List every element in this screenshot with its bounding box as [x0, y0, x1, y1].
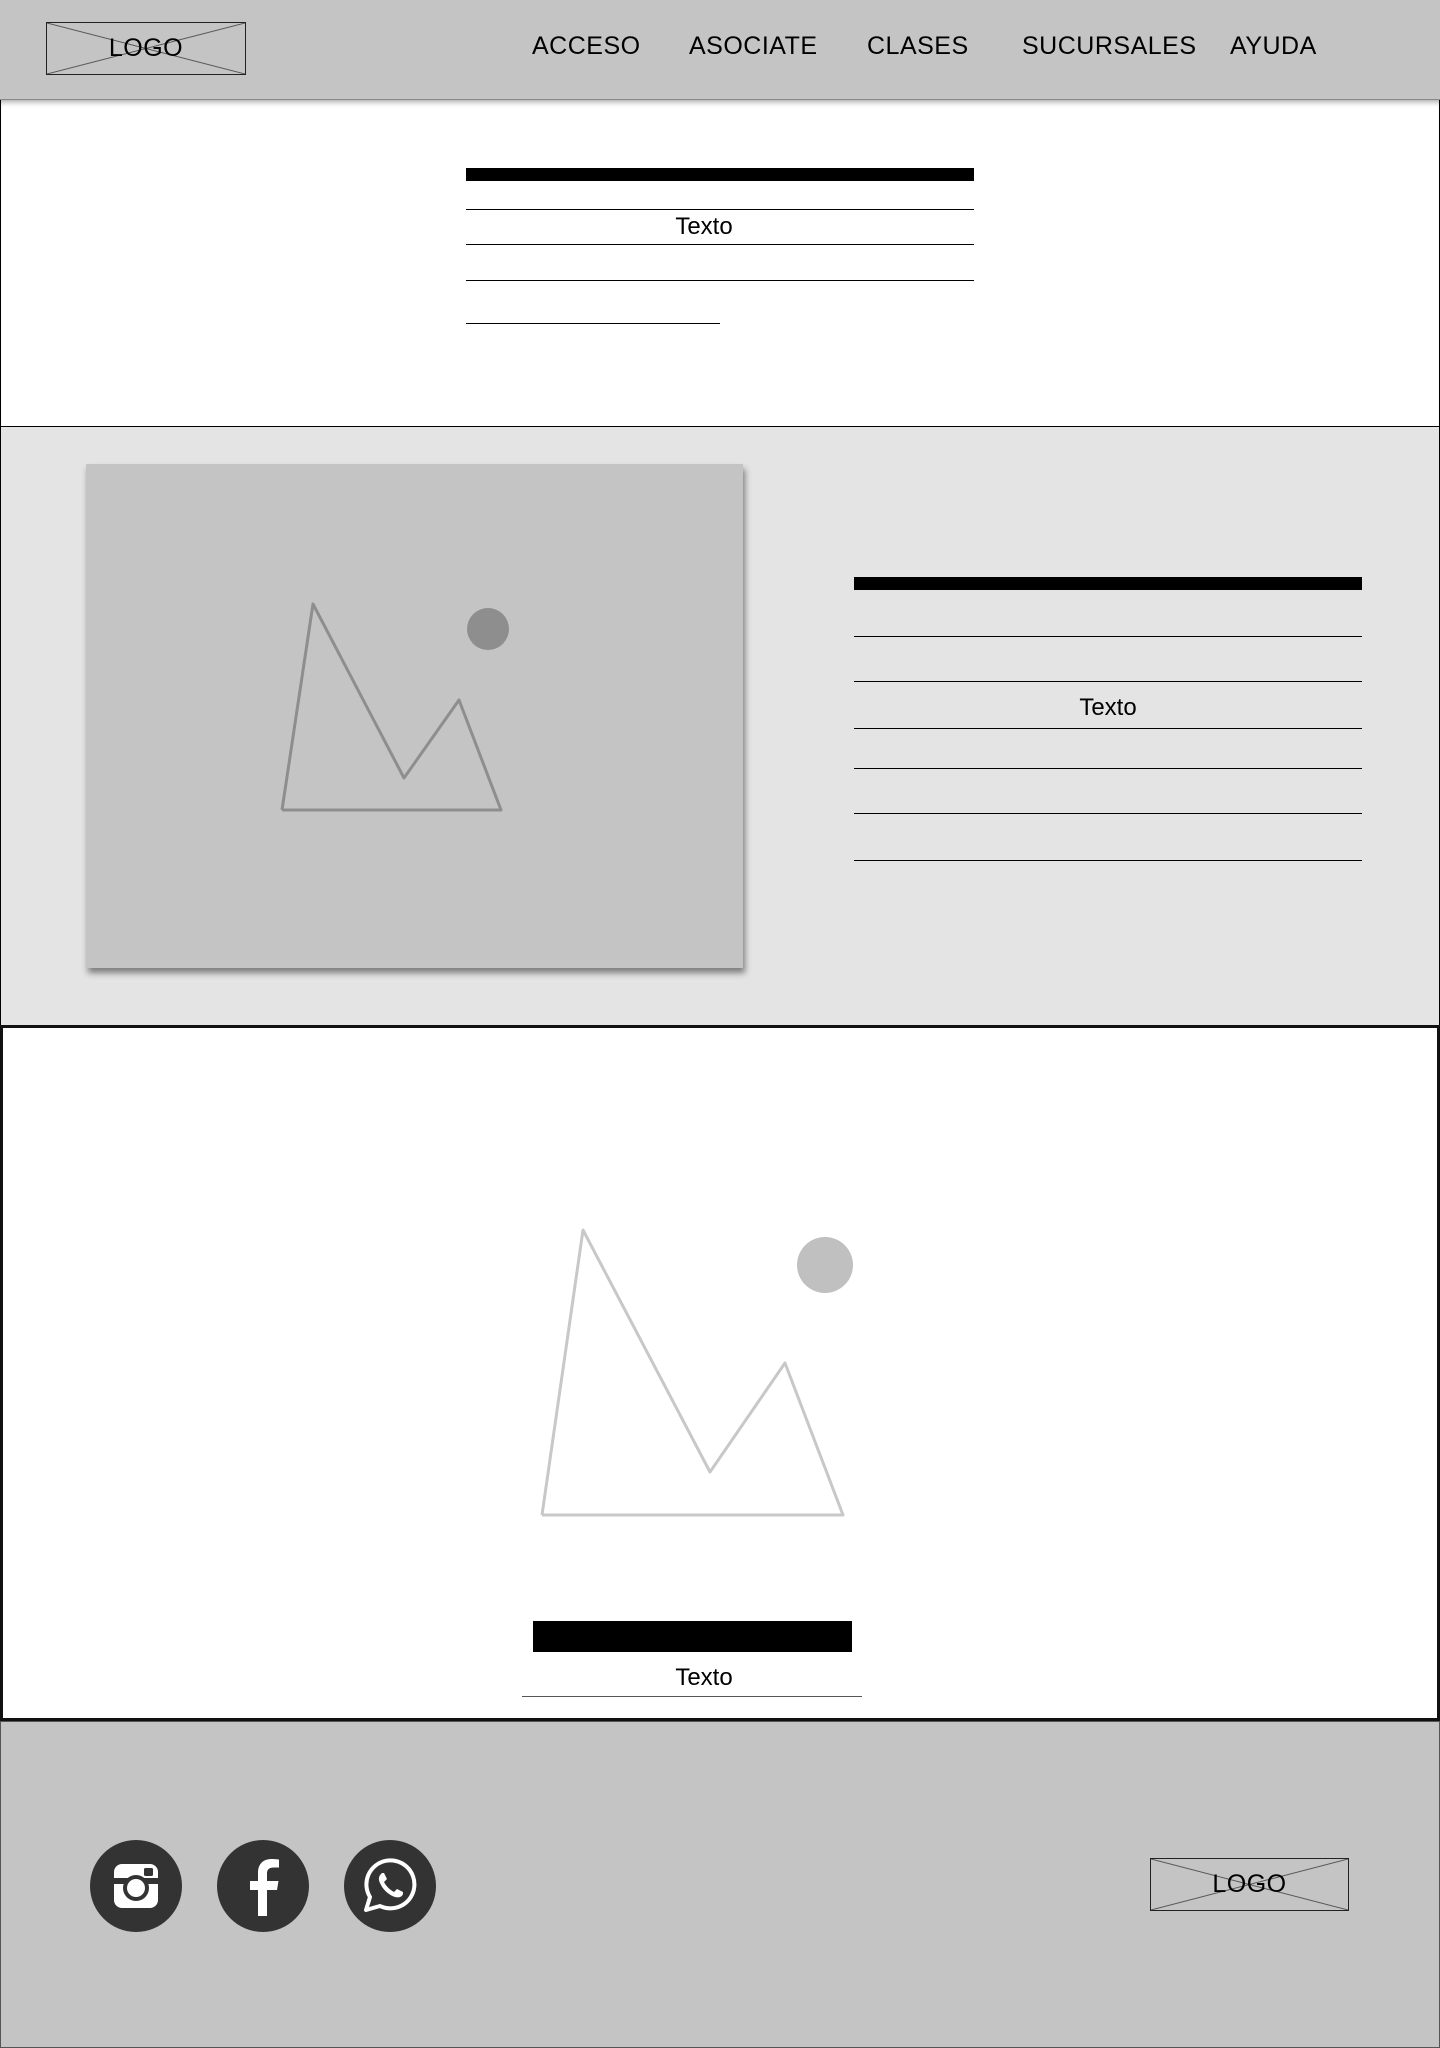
heading-placeholder-bar: [854, 577, 1362, 590]
whatsapp-link[interactable]: [344, 1840, 436, 1932]
intro-section: [0, 100, 1440, 427]
nav-acceso[interactable]: ACCESO: [532, 32, 641, 61]
footer-logo-text: LOGO: [1212, 1870, 1287, 1898]
text-line: [854, 813, 1362, 814]
nav-clases[interactable]: CLASES: [867, 32, 969, 61]
text-line: [466, 280, 974, 281]
text-line: [854, 768, 1362, 769]
facebook-icon: [250, 1859, 279, 1916]
heading-placeholder-bar: [466, 168, 974, 181]
text-line: [466, 209, 974, 210]
whatsapp-icon: [364, 1858, 417, 1912]
feature-image: [86, 464, 743, 968]
instagram-icon: [114, 1864, 158, 1908]
image-placeholder-icon: [280, 602, 509, 812]
text-line: [854, 728, 1362, 729]
image-placeholder-icon: [540, 1228, 853, 1517]
text-line: [854, 860, 1362, 861]
nav-asociate[interactable]: ASOCIATE: [689, 32, 818, 61]
site-header: LOGO ACCESO ASOCIATE CLASES SUCURSALES A…: [0, 0, 1440, 100]
text-line: [522, 1696, 862, 1697]
header-logo-text: LOGO: [108, 34, 184, 62]
text-line: [854, 681, 1362, 682]
nav-sucursales[interactable]: SUCURSALES: [1022, 32, 1197, 61]
text-line: [854, 636, 1362, 637]
header-logo[interactable]: LOGO: [46, 22, 246, 75]
intro-text: Texto: [675, 213, 733, 240]
text-line-short: [466, 323, 720, 324]
facebook-link[interactable]: [217, 1840, 309, 1932]
heading-placeholder-bar: [533, 1621, 852, 1652]
feature-text: Texto: [1079, 694, 1137, 721]
nav-ayuda[interactable]: AYUDA: [1230, 32, 1317, 61]
instagram-link[interactable]: [90, 1840, 182, 1932]
showcase-text: Texto: [675, 1664, 733, 1691]
footer-logo[interactable]: LOGO: [1150, 1858, 1349, 1911]
text-line: [466, 244, 974, 245]
